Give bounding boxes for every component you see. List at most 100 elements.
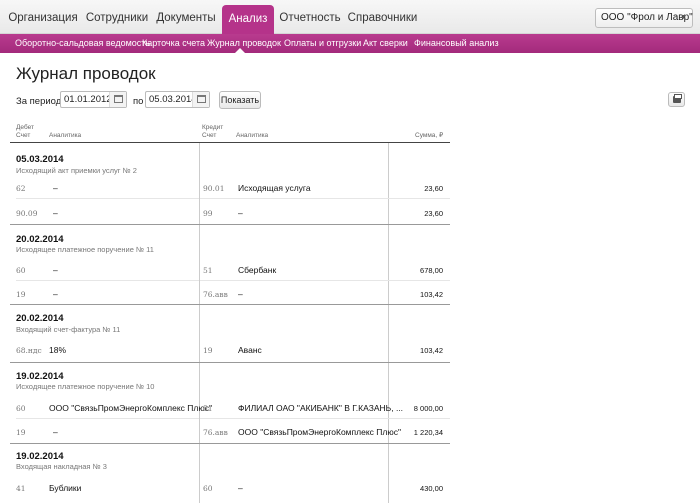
debit-account: 90.09 (16, 209, 38, 218)
header-divider (10, 142, 450, 143)
debit-account: 19 (16, 290, 26, 299)
page-title: Журнал проводок (16, 64, 156, 83)
tab-organization[interactable]: Организация (6, 0, 80, 34)
entry-sum: 1 220,34 (413, 428, 443, 437)
row-divider (16, 280, 199, 281)
credit-account: 90.01 (203, 184, 225, 193)
entry-sum: 430,00 (420, 484, 443, 493)
debit-account: 62 (16, 184, 26, 193)
subtab-account-card[interactable]: Карточка счета (142, 34, 205, 53)
debit-account: 68.ндс (16, 346, 42, 355)
credit-analytics: Исходящая услуга (238, 183, 311, 193)
credit-analytics: Сбербанк (238, 265, 277, 275)
debit-analytics: – (53, 183, 58, 193)
credit-account: 51 (203, 404, 213, 413)
entry-date: 20.02.2014 (16, 313, 64, 324)
tab-references[interactable]: Справочники (345, 0, 420, 34)
entry-document[interactable]: Исходящее платежное поручение № 10 (16, 382, 154, 391)
credit-analytics: ООО "СвязьПромЭнергоКомплекс Плюс" (238, 427, 401, 437)
credit-analytics: – (238, 289, 243, 299)
sum-header: Сумма, ₽ (415, 132, 444, 139)
entry-sum: 8 000,00 (413, 404, 443, 413)
subtab-financial-analysis[interactable]: Финансовый анализ (414, 34, 499, 53)
row-divider (16, 198, 199, 199)
top-nav: Организация Сотрудники Документы Анализ … (0, 0, 700, 34)
debit-analytics: – (53, 265, 58, 275)
entry-date: 19.02.2014 (16, 371, 64, 382)
print-button[interactable] (668, 92, 685, 107)
credit-analytics: – (238, 483, 243, 493)
group-divider (10, 304, 450, 305)
tab-analysis[interactable]: Анализ (222, 5, 274, 34)
row-divider (200, 198, 450, 199)
debit-analytics: Бублики (49, 483, 82, 493)
row-divider (200, 418, 450, 419)
subtab-turnover-sheet[interactable]: Оборотно-сальдовая ведомость (15, 34, 150, 53)
calendar-icon (197, 95, 206, 103)
row-divider (200, 280, 450, 281)
credit-account: 76.авв (203, 290, 228, 299)
debit-analytics-header: Аналитика (49, 132, 82, 139)
tab-documents[interactable]: Документы (155, 0, 217, 34)
entry-date: 19.02.2014 (16, 451, 64, 462)
print-icon (673, 94, 682, 103)
org-select-label: ООО "Фрол и Лавр" (601, 12, 693, 23)
tab-reports[interactable]: Отчетность (278, 0, 342, 34)
calendar-button[interactable] (192, 92, 209, 107)
group-divider (10, 224, 450, 225)
debit-analytics: 18% (49, 345, 67, 355)
date-to-input[interactable]: 05.03.2014 (145, 91, 210, 108)
debit-account: 60 (16, 404, 26, 413)
credit-account: 76.авв (203, 428, 228, 437)
date-from-value: 01.01.2012 (64, 94, 112, 105)
entry-sum: 103,42 (420, 290, 443, 299)
org-select[interactable]: ООО "Фрол и Лавр" ▼ (595, 8, 693, 28)
subtab-payments[interactable]: Оплаты и отгрузки (284, 34, 361, 53)
entry-sum: 23,60 (424, 209, 443, 218)
active-subtab-pointer (235, 48, 245, 53)
date-to-value: 05.03.2014 (149, 94, 197, 105)
row-divider (16, 418, 199, 419)
date-from-input[interactable]: 01.01.2012 (60, 91, 127, 108)
credit-account: 60 (203, 484, 213, 493)
chevron-down-icon: ▼ (680, 14, 687, 21)
group-divider (10, 362, 450, 363)
sub-nav: Оборотно-сальдовая ведомость Карточка сч… (0, 34, 700, 53)
show-button[interactable]: Показать (219, 91, 261, 109)
entry-document[interactable]: Исходящий акт приемки услуг № 2 (16, 166, 137, 175)
debit-analytics: – (53, 427, 58, 437)
column-divider (199, 143, 200, 503)
tab-employees[interactable]: Сотрудники (83, 0, 151, 34)
credit-account-label: Счет (202, 132, 217, 139)
debit-label: Дебет (16, 124, 34, 131)
debit-account: 60 (16, 266, 26, 275)
credit-account: 19 (203, 346, 213, 355)
column-divider (388, 143, 389, 503)
entry-sum: 103,42 (420, 346, 443, 355)
debit-analytics: ООО "СвязьПромЭнергоКомплекс Плюс" (49, 403, 212, 413)
calendar-button[interactable] (109, 92, 126, 107)
credit-analytics: – (238, 208, 243, 218)
entry-sum: 678,00 (420, 266, 443, 275)
to-label: по (133, 96, 144, 107)
entry-document[interactable]: Входящая накладная № 3 (16, 462, 107, 471)
credit-account: 51 (203, 266, 213, 275)
credit-account: 99 (203, 209, 213, 218)
entry-document[interactable]: Входящий счет-фактура № 11 (16, 325, 120, 334)
debit-account: 19 (16, 428, 26, 437)
debit-analytics: – (53, 208, 58, 218)
credit-analytics: ФИЛИАЛ ОАО "АКИБАНК" В Г.КАЗАНЬ, ... (238, 403, 404, 413)
calendar-icon (114, 95, 123, 103)
debit-analytics: – (53, 289, 58, 299)
entry-date: 20.02.2014 (16, 234, 64, 245)
credit-analytics: Аванс (238, 345, 262, 355)
entry-sum: 23,60 (424, 184, 443, 193)
debit-header: Дебет Счет (16, 124, 34, 140)
credit-analytics-header: Аналитика (236, 132, 269, 139)
entry-date: 05.03.2014 (16, 154, 64, 165)
entry-document[interactable]: Исходящее платежное поручение № 11 (16, 245, 154, 254)
credit-header: Кредит Счет (202, 124, 223, 140)
group-divider (10, 443, 450, 444)
subtab-reconciliation[interactable]: Акт сверки (363, 34, 408, 53)
debit-account-label: Счет (16, 132, 31, 139)
